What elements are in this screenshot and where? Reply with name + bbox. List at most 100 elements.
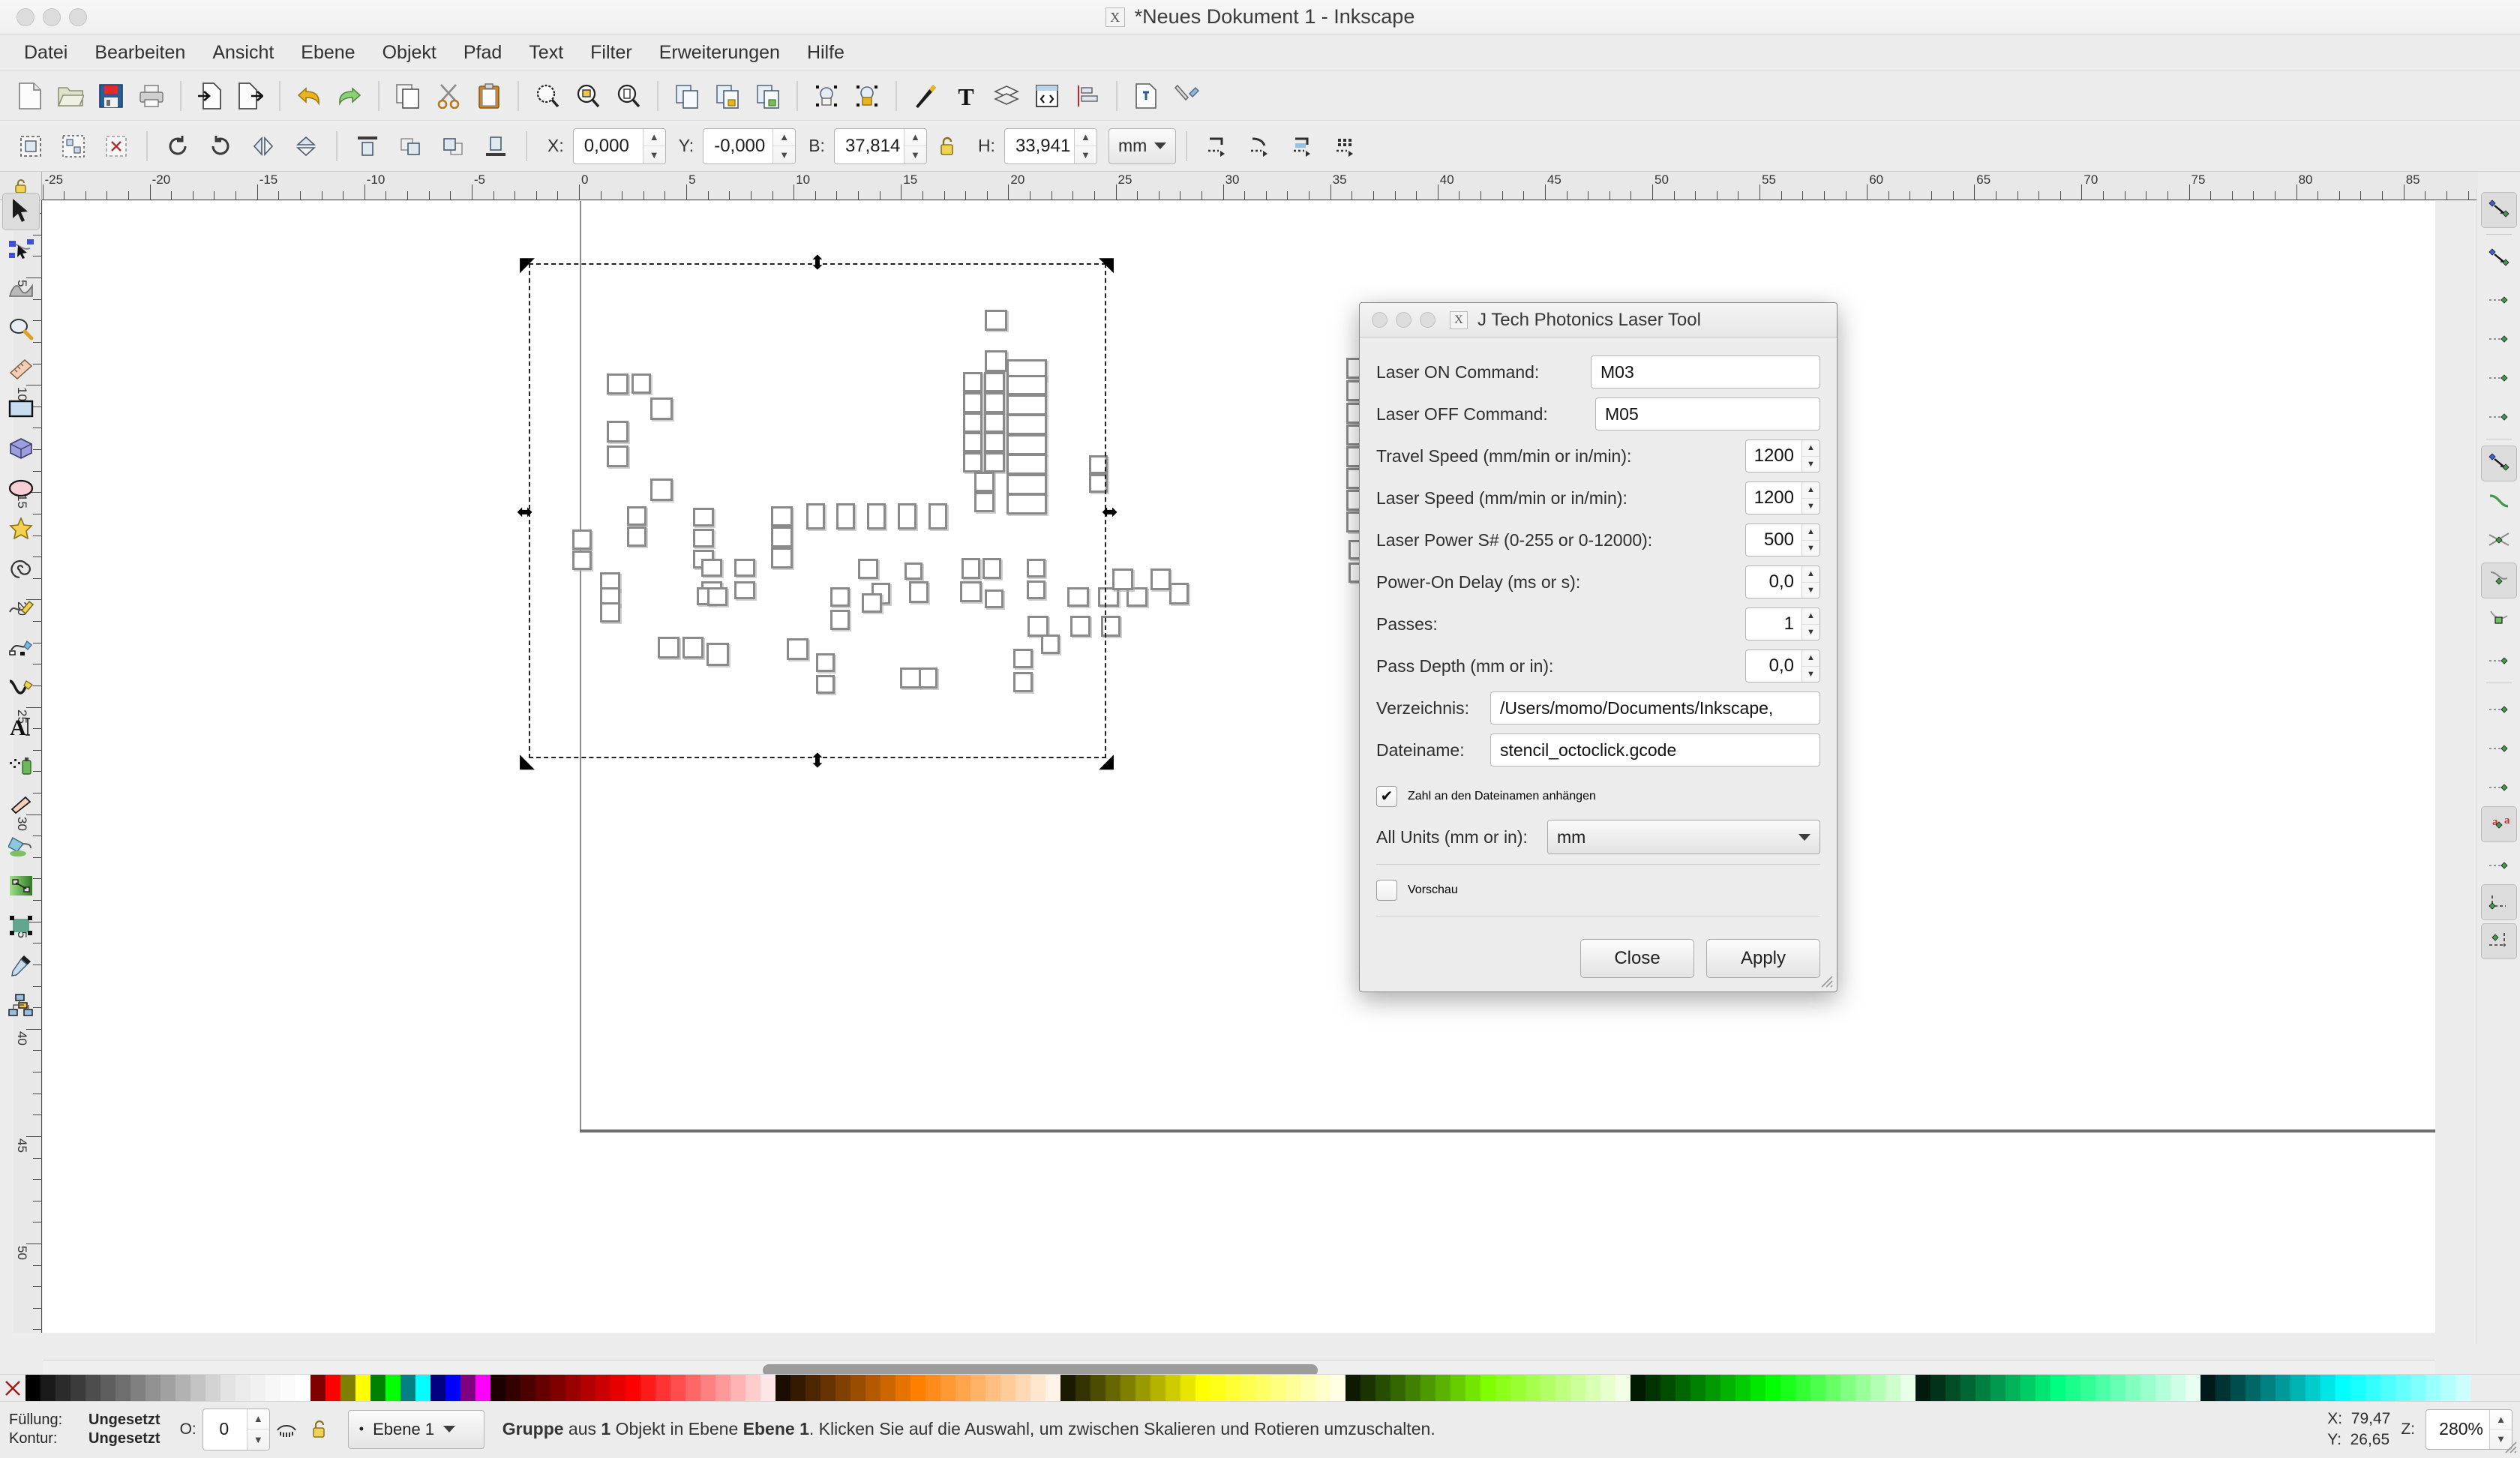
menu-datei[interactable]: Datei — [12, 38, 80, 68]
palette-swatch[interactable] — [1270, 1375, 1286, 1402]
apply-button[interactable]: Apply — [1706, 939, 1820, 978]
palette-swatch[interactable] — [2276, 1375, 2290, 1402]
selection-handle-n[interactable]: ⬍ — [809, 253, 826, 272]
palette-swatch[interactable] — [476, 1375, 490, 1402]
snap-rotation-center[interactable] — [2481, 767, 2517, 803]
palette-swatch[interactable] — [86, 1375, 100, 1402]
preferences-icon[interactable] — [1167, 76, 1206, 116]
laser-speed-spinner[interactable]: ▲▼ — [1745, 482, 1820, 514]
laser-speed-down-icon[interactable]: ▼ — [1802, 499, 1820, 514]
palette-swatch[interactable] — [686, 1375, 700, 1402]
palette-swatch[interactable] — [986, 1375, 1000, 1402]
palette-swatch[interactable] — [730, 1375, 746, 1402]
height-down-icon[interactable]: ▼ — [1075, 146, 1096, 164]
selector-tool[interactable] — [2, 193, 40, 230]
height-stepper[interactable]: ▲▼ — [1074, 129, 1096, 164]
palette-swatch[interactable] — [100, 1375, 116, 1402]
dialog-titlebar[interactable]: X J Tech Photonics Laser Tool — [1360, 303, 1837, 338]
passes-down-icon[interactable]: ▼ — [1802, 625, 1820, 640]
opacity-up-icon[interactable]: ▲ — [248, 1409, 269, 1430]
palette-swatch[interactable] — [1766, 1375, 1780, 1402]
rectangle-tool[interactable] — [2, 392, 40, 429]
palette-swatch[interactable] — [1510, 1375, 1526, 1402]
palette-swatch[interactable] — [506, 1375, 520, 1402]
laser-off-field[interactable] — [1595, 398, 1820, 430]
zoom-up-icon[interactable]: ▲ — [2490, 1410, 2512, 1430]
palette-swatch[interactable] — [1690, 1375, 1706, 1402]
palette-swatch[interactable] — [1256, 1375, 1270, 1402]
palette-swatch[interactable] — [1990, 1375, 2006, 1402]
palette-swatch[interactable] — [1930, 1375, 1946, 1402]
passes-input[interactable] — [1746, 608, 1802, 640]
palette-swatch[interactable] — [700, 1375, 716, 1402]
window-resize-grip[interactable] — [2501, 1438, 2518, 1454]
menu-pfad[interactable]: Pfad — [452, 38, 514, 68]
palette-swatch[interactable] — [1090, 1375, 1106, 1402]
palette-swatch[interactable] — [850, 1375, 866, 1402]
star-tool[interactable] — [2, 511, 40, 548]
palette-swatch[interactable] — [116, 1375, 130, 1402]
palette-swatch[interactable] — [1060, 1375, 1076, 1402]
snap-bbox-corner[interactable] — [2481, 319, 2517, 355]
palette-swatch[interactable] — [1810, 1375, 1826, 1402]
laser-speed-stepper[interactable]: ▲▼ — [1802, 482, 1820, 514]
palette-swatch[interactable] — [26, 1375, 40, 1402]
palette-swatch[interactable] — [2350, 1375, 2366, 1402]
selection-handle-e[interactable]: ⬌ — [1102, 502, 1118, 521]
laser-tool-dialog[interactable]: X J Tech Photonics Laser Tool Laser ON C… — [1359, 302, 1838, 992]
palette-swatch[interactable] — [1030, 1375, 1046, 1402]
palette-swatch[interactable] — [1826, 1375, 1840, 1402]
group-icon[interactable] — [708, 76, 747, 116]
laser-power-down-icon[interactable]: ▼ — [1802, 541, 1820, 556]
palette-swatch[interactable] — [670, 1375, 686, 1402]
palette-swatch[interactable] — [1300, 1375, 1316, 1402]
palette-swatch[interactable] — [340, 1375, 356, 1402]
palette-swatch[interactable] — [2456, 1375, 2470, 1402]
x-input[interactable] — [574, 129, 643, 164]
unit-select[interactable]: mm — [1108, 128, 1176, 164]
palette-swatch[interactable] — [250, 1375, 266, 1402]
palette-swatch[interactable] — [610, 1375, 626, 1402]
pencil-tool[interactable] — [2, 590, 40, 628]
open-document-icon[interactable] — [51, 76, 90, 116]
palette-swatch[interactable] — [1540, 1375, 1556, 1402]
box3d-tool[interactable] — [2, 431, 40, 469]
palette-swatch[interactable] — [1646, 1375, 1660, 1402]
directory-input[interactable] — [1498, 698, 1812, 719]
redo-icon[interactable] — [330, 76, 369, 116]
palette-swatch[interactable] — [2036, 1375, 2050, 1402]
palette-swatch[interactable] — [1360, 1375, 1376, 1402]
palette-swatch[interactable] — [790, 1375, 806, 1402]
palette-swatch[interactable] — [836, 1375, 850, 1402]
ellipse-tool[interactable] — [2, 471, 40, 508]
cut-icon[interactable] — [429, 76, 468, 116]
passes-up-icon[interactable]: ▲ — [1802, 608, 1820, 625]
palette-swatch[interactable] — [70, 1375, 86, 1402]
preview-checkbox-row[interactable]: ✔ Vorschau — [1376, 871, 1820, 910]
pass-depth-input[interactable] — [1746, 650, 1802, 682]
snap-bbox[interactable] — [2481, 241, 2517, 277]
palette-swatch[interactable] — [1196, 1375, 1210, 1402]
snap-to-cusp-nodes[interactable] — [2481, 562, 2517, 598]
maximize-window-button[interactable] — [69, 8, 87, 26]
layer-unlocked-icon[interactable] — [303, 1411, 336, 1448]
palette-swatch[interactable] — [130, 1375, 146, 1402]
menu-hilfe[interactable]: Hilfe — [795, 38, 856, 68]
travel-speed-stepper[interactable]: ▲▼ — [1802, 440, 1820, 472]
raise-icon[interactable] — [390, 126, 430, 166]
palette-swatch[interactable] — [1570, 1375, 1586, 1402]
palette-swatch[interactable] — [1240, 1375, 1256, 1402]
export-icon[interactable] — [231, 76, 270, 116]
palette-swatch[interactable] — [2440, 1375, 2456, 1402]
palette-swatch[interactable] — [1630, 1375, 1646, 1402]
palette-swatch[interactable] — [430, 1375, 446, 1402]
width-input[interactable] — [835, 129, 904, 164]
fill-stroke-dialog-icon[interactable] — [906, 76, 945, 116]
undo-icon[interactable] — [290, 76, 328, 116]
laser-speed-up-icon[interactable]: ▲ — [1802, 482, 1820, 499]
select-all-layers-icon[interactable] — [53, 126, 94, 166]
travel-speed-spinner[interactable]: ▲▼ — [1745, 440, 1820, 472]
color-palette[interactable] — [0, 1374, 2520, 1401]
palette-swatch[interactable] — [176, 1375, 190, 1402]
palette-swatch[interactable] — [1106, 1375, 1120, 1402]
